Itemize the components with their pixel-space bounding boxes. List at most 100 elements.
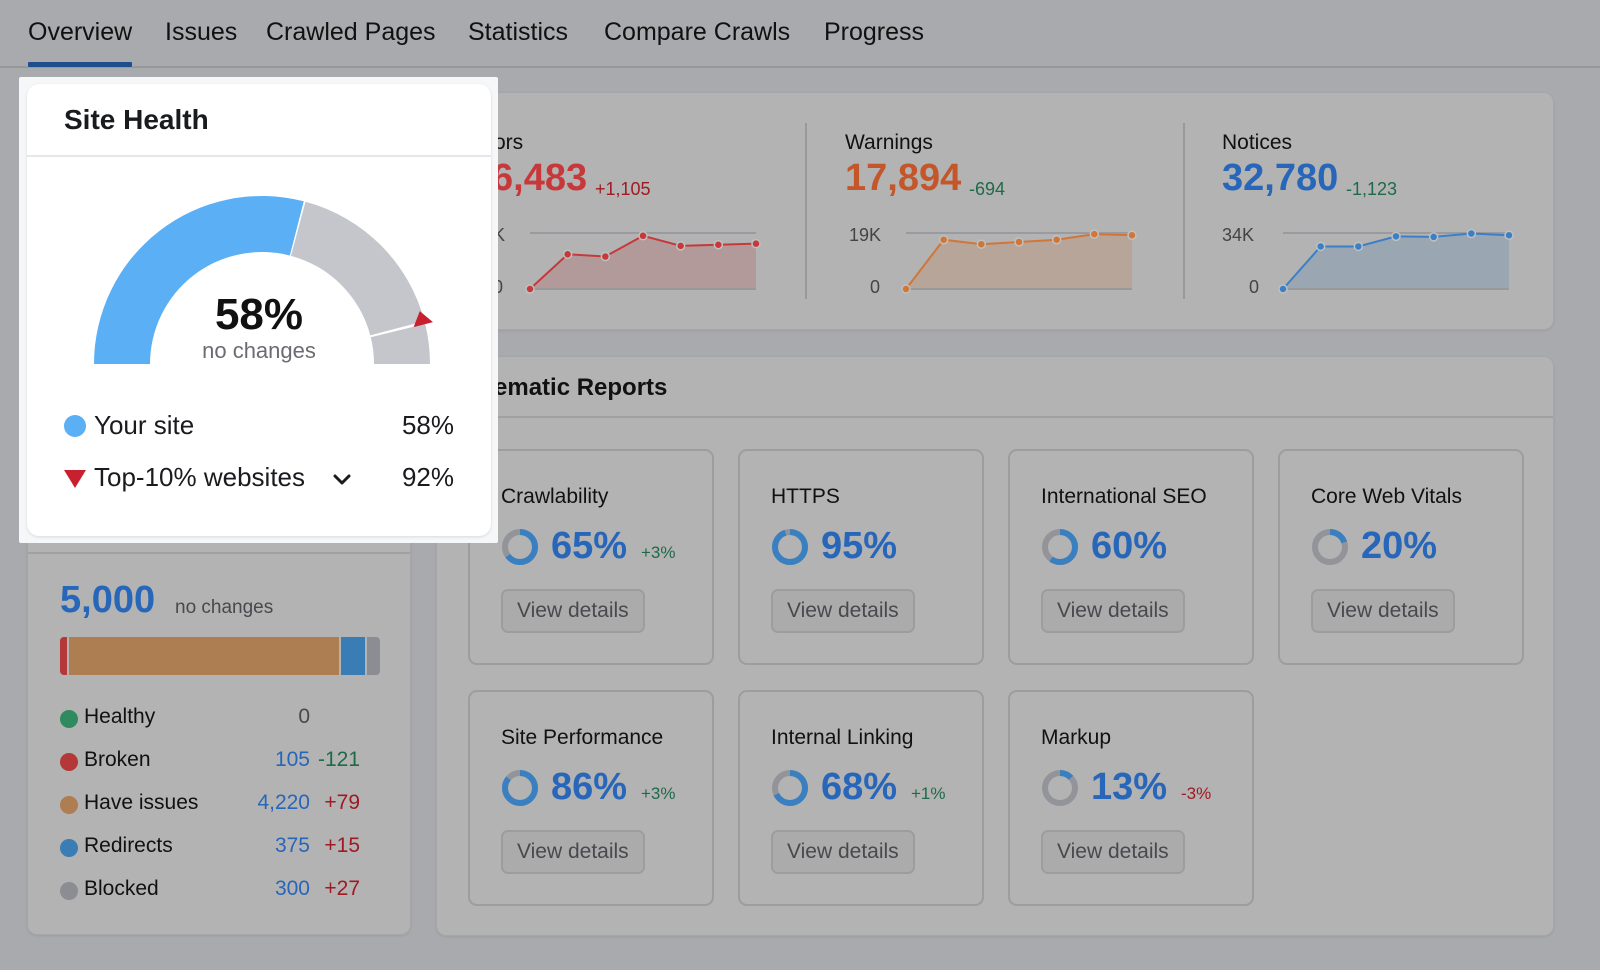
legend-label: Broken — [84, 748, 151, 771]
site-health-divider — [27, 155, 491, 157]
bar-segment-have-issues[interactable] — [69, 637, 340, 675]
sparkline-point[interactable] — [1051, 234, 1062, 245]
errors-label: ors — [494, 131, 524, 154]
sparkline-point[interactable] — [1014, 237, 1024, 247]
legend-value[interactable]: 0 — [298, 705, 310, 729]
legend-row-broken[interactable]: Broken 105 -121 — [60, 748, 360, 776]
legend-label: Redirects — [84, 834, 173, 857]
sparkline-point[interactable] — [675, 241, 686, 251]
site-health-note: no changes — [202, 338, 316, 363]
legend-delta: +15 — [324, 834, 360, 857]
sparkline-point[interactable] — [1353, 241, 1364, 252]
donut-progress-icon — [1042, 770, 1078, 806]
report-title[interactable]: Core Web Vitals — [1311, 485, 1462, 509]
sparkline-point[interactable] — [1127, 230, 1137, 240]
circle-icon — [60, 796, 78, 814]
crawled-pages-card: 5,000 no changes Healthy 0 Broken 105 -121 Ha… — [27, 480, 411, 935]
sparkline-point[interactable] — [638, 231, 648, 241]
view-details-button[interactable]: View details — [771, 830, 915, 874]
report-title[interactable]: Crawlability — [501, 485, 608, 509]
tab-issues[interactable]: Issues — [165, 18, 237, 57]
legend-your-site: Your site 58% — [64, 410, 454, 442]
site-health-score: 58% — [214, 290, 304, 339]
sparkline-point[interactable] — [562, 249, 573, 260]
report-card-internal-linking: Internal Linking 68% +1% View details — [738, 690, 984, 906]
thematic-reports-title: ematic Reports — [494, 374, 668, 401]
notices-column[interactable]: Notices 32,780 -1,123 34K 0 — [1185, 93, 1555, 329]
tab-compare-crawls[interactable]: Compare Crawls — [604, 18, 790, 57]
sparkline-point[interactable] — [1278, 284, 1288, 294]
view-details-button[interactable]: View details — [501, 830, 645, 874]
view-details-button[interactable]: View details — [1311, 589, 1455, 633]
sparkline-point[interactable] — [938, 234, 949, 245]
notices-y-zero-tick: 0 — [1249, 277, 1260, 297]
report-delta: -3% — [1181, 784, 1212, 803]
site-health-card: Site Health 58% no changes Your site 58%… — [27, 84, 491, 536]
circle-icon — [60, 882, 78, 900]
report-title[interactable]: Site Performance — [501, 726, 663, 750]
sparkline-point[interactable] — [1089, 229, 1100, 239]
circle-icon — [60, 710, 78, 728]
sparkline-point[interactable] — [751, 238, 761, 249]
notices-delta: -1,123 — [1346, 179, 1398, 199]
sparkline-point[interactable] — [1391, 231, 1401, 242]
legend-top10-label[interactable]: Top-10% websites — [94, 462, 305, 493]
warnings-column[interactable]: Warnings 17,894 -694 19K 0 — [807, 93, 1185, 329]
report-delta: +3% — [641, 784, 676, 803]
errors-delta: +1,105 — [595, 179, 651, 199]
notices-count[interactable]: 32,780 — [1222, 157, 1338, 200]
report-card-international-seo: International SEO 60% View details — [1008, 449, 1254, 665]
donut-progress-icon — [1312, 529, 1348, 565]
report-score: 65% — [551, 525, 628, 567]
donut-fill — [772, 529, 808, 565]
view-details-button[interactable]: View details — [771, 589, 915, 633]
sparkline-point[interactable] — [600, 251, 611, 262]
legend-row-have-issues[interactable]: Have issues 4,220 +79 — [60, 791, 360, 819]
sparkline-point[interactable] — [525, 284, 535, 294]
report-title[interactable]: International SEO — [1041, 485, 1207, 509]
thematic-reports-card: ematic Reports Crawlability 65% +3% View de… — [436, 356, 1554, 936]
crawled-pages-total[interactable]: 5,000 — [60, 579, 155, 622]
triangle-down-icon — [64, 470, 86, 488]
chevron-down-icon[interactable] — [333, 474, 351, 486]
sparkline-point[interactable] — [1428, 232, 1439, 242]
sparkline-point[interactable] — [1466, 228, 1477, 239]
sparkline-point[interactable] — [1504, 230, 1514, 240]
sparkline-point[interactable] — [901, 284, 911, 294]
report-score: 68% — [821, 766, 898, 808]
circle-icon — [60, 839, 78, 857]
sparkline-point[interactable] — [976, 239, 987, 249]
legend-row-blocked[interactable]: Blocked 300 +27 — [60, 877, 360, 905]
errors-count[interactable]: 6,483 — [492, 157, 587, 200]
view-details-button[interactable]: View details — [501, 589, 645, 633]
legend-row-redirects[interactable]: Redirects 375 +15 — [60, 834, 360, 862]
tab-overview[interactable]: Overview — [28, 18, 133, 67]
report-title[interactable]: HTTPS — [771, 485, 840, 509]
legend-top10-value: 92% — [401, 462, 454, 492]
report-score: 95% — [821, 525, 898, 567]
report-title[interactable]: Internal Linking — [771, 726, 913, 750]
donut-progress-icon — [502, 529, 538, 565]
view-details-button[interactable]: View details — [1041, 830, 1185, 874]
report-card-https: HTTPS 95% View details — [738, 449, 984, 665]
legend-row-healthy[interactable]: Healthy 0 — [60, 705, 360, 733]
tab-crawled-pages[interactable]: Crawled Pages — [266, 18, 436, 57]
tab-statistics[interactable]: Statistics — [468, 18, 568, 57]
legend-value[interactable]: 375 — [275, 834, 310, 858]
legend-label: Blocked — [84, 877, 159, 900]
report-title[interactable]: Markup — [1041, 726, 1111, 750]
sparkline-point[interactable] — [713, 240, 724, 250]
view-details-button[interactable]: View details — [1041, 589, 1185, 633]
legend-value[interactable]: 300 — [275, 877, 310, 901]
legend-value[interactable]: 105 — [275, 748, 310, 772]
bar-segment-blocked[interactable] — [367, 637, 380, 675]
crawled-pages-stacked-bar — [60, 637, 380, 675]
warnings-delta: -694 — [969, 179, 1006, 199]
tab-progress[interactable]: Progress — [824, 18, 924, 57]
bar-segment-redirects[interactable] — [341, 637, 366, 675]
sparkline-point[interactable] — [1315, 241, 1326, 252]
warnings-sparkline — [901, 229, 1137, 294]
legend-value[interactable]: 4,220 — [257, 791, 310, 815]
warnings-count[interactable]: 17,894 — [845, 157, 961, 200]
bar-segment-broken[interactable] — [60, 637, 68, 675]
